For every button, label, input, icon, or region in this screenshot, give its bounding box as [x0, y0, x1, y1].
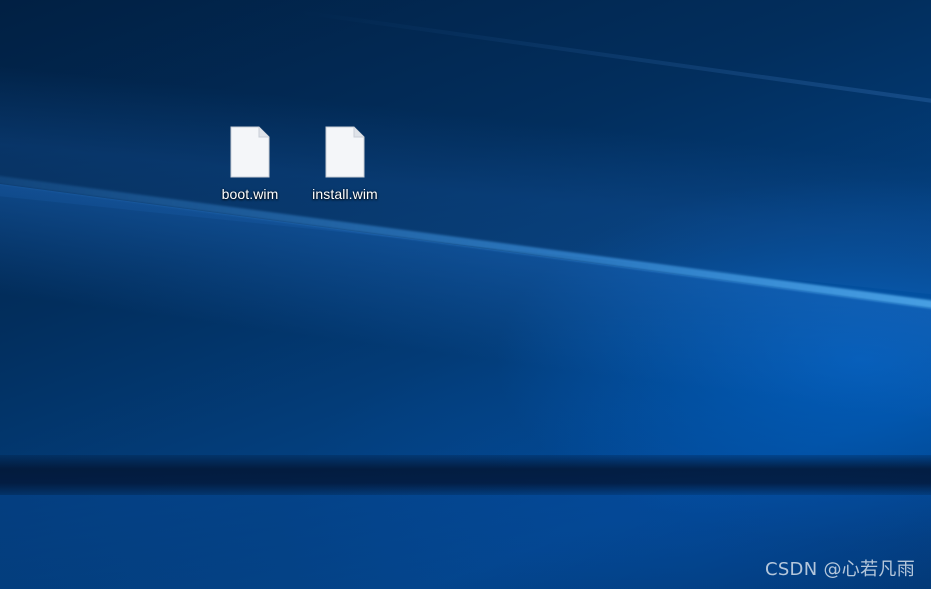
- watermark-text: CSDN @心若凡雨: [764, 559, 915, 580]
- wallpaper-light-beam-top: [0, 55, 931, 310]
- desktop-icon-label: install.wim: [312, 186, 378, 202]
- wallpaper-light-beam: [0, 168, 931, 335]
- blank-file-icon: [325, 126, 365, 178]
- desktop-icon-install-wim[interactable]: install.wim: [306, 120, 384, 210]
- wallpaper-dark-band: [0, 455, 931, 495]
- wallpaper-light-line-top: [299, 10, 931, 126]
- blank-file-icon: [230, 126, 270, 178]
- desktop-icon-boot-wim[interactable]: boot.wim: [211, 120, 289, 210]
- desktop-icon-label: boot.wim: [221, 186, 279, 202]
- desktop-background[interactable]: boot.wim install.wim CSDN @心若凡雨: [0, 0, 931, 589]
- wallpaper-light-glow: [0, 176, 931, 444]
